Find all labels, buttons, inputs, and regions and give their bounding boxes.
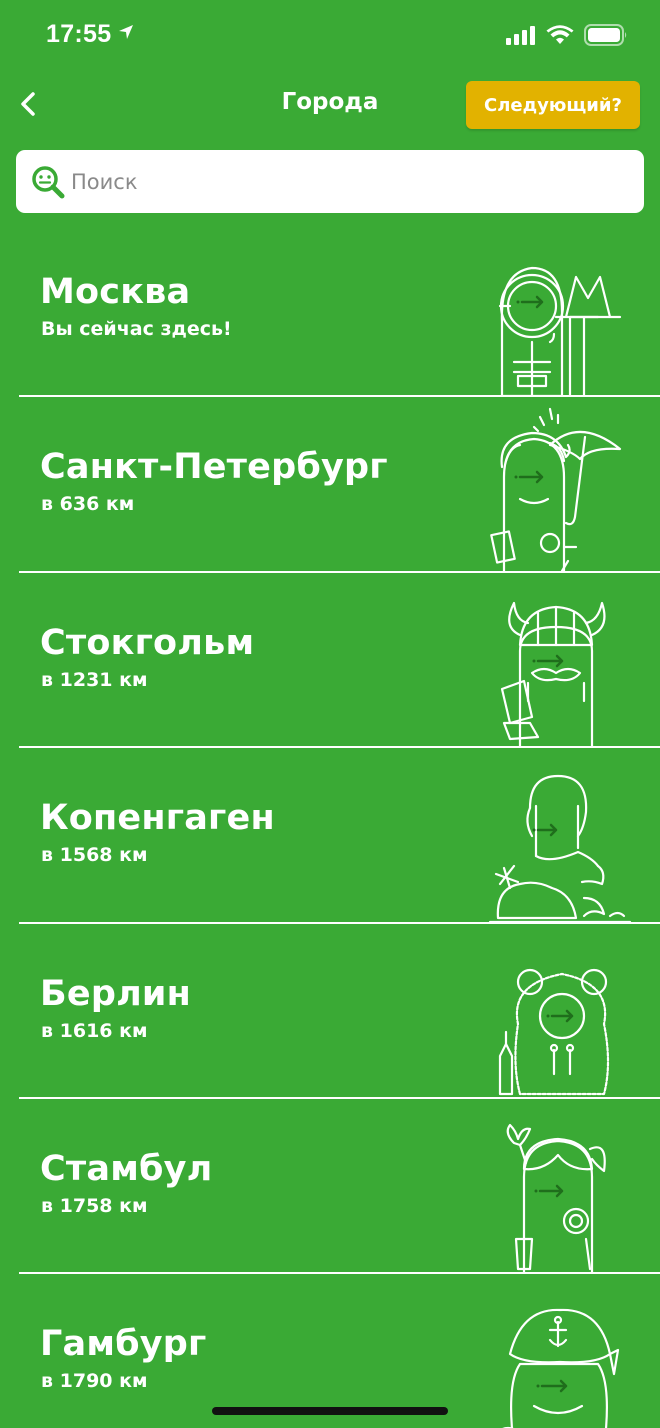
city-row-istanbul[interactable]: Стамбул в 1758 км (0, 1099, 660, 1275)
city-subtitle: в 1231 км (41, 668, 148, 691)
cosmonaut-mascot-icon (480, 222, 640, 398)
mermaid-mascot-icon (480, 748, 640, 924)
city-name: Берлин (40, 973, 192, 1014)
sailor-mascot-icon (480, 1274, 640, 1428)
city-name: Стокгольм (40, 622, 255, 663)
city-row-copenhagen[interactable]: Копенгаген в 1568 км (0, 748, 660, 924)
bear-mascot-icon (480, 924, 640, 1099)
city-row-moscow[interactable]: Москва Вы сейчас здесь! (0, 222, 660, 398)
city-row-berlin[interactable]: Берлин в 1616 км (0, 924, 660, 1099)
city-subtitle: в 1790 км (41, 1370, 148, 1393)
status-icons (506, 24, 628, 46)
search-icon (32, 165, 65, 198)
city-row-hamburg[interactable]: Гамбург в 1790 км (0, 1274, 660, 1428)
city-subtitle: в 1616 км (41, 1019, 148, 1042)
viking-mascot-icon (480, 573, 640, 748)
location-arrow-icon (119, 25, 133, 39)
city-list: Москва Вы сейчас здесь! Санкт-Петербург … (0, 222, 660, 1428)
next-button[interactable]: Следующий? (466, 81, 640, 129)
cellular-signal-icon (506, 26, 535, 45)
status-bar: 17:55 (0, 0, 660, 72)
navigation-bar: Города Следующий? (0, 76, 660, 134)
umbrella-mascot-icon (480, 397, 640, 573)
battery-icon (584, 24, 627, 46)
city-name: Москва (40, 272, 191, 312)
wifi-icon (546, 25, 574, 44)
search-input[interactable] (71, 161, 611, 202)
city-subtitle: Вы сейчас здесь! (41, 318, 232, 340)
city-name: Санкт-Петербург (40, 447, 388, 488)
city-name: Гамбург (40, 1324, 207, 1365)
city-row-saint-petersburg[interactable]: Санкт-Петербург в 636 км (0, 397, 660, 573)
city-subtitle: в 1568 км (41, 844, 148, 867)
status-time: 17:55 (46, 20, 112, 48)
search-bar[interactable] (16, 150, 644, 213)
city-subtitle: в 1758 км (41, 1194, 148, 1217)
city-subtitle: в 636 км (41, 493, 135, 516)
tulip-girl-mascot-icon (480, 1099, 640, 1275)
city-row-stockholm[interactable]: Стокгольм в 1231 км (0, 573, 660, 749)
city-name: Стамбул (40, 1148, 213, 1189)
home-indicator (212, 1407, 448, 1415)
city-name: Копенгаген (40, 798, 275, 839)
